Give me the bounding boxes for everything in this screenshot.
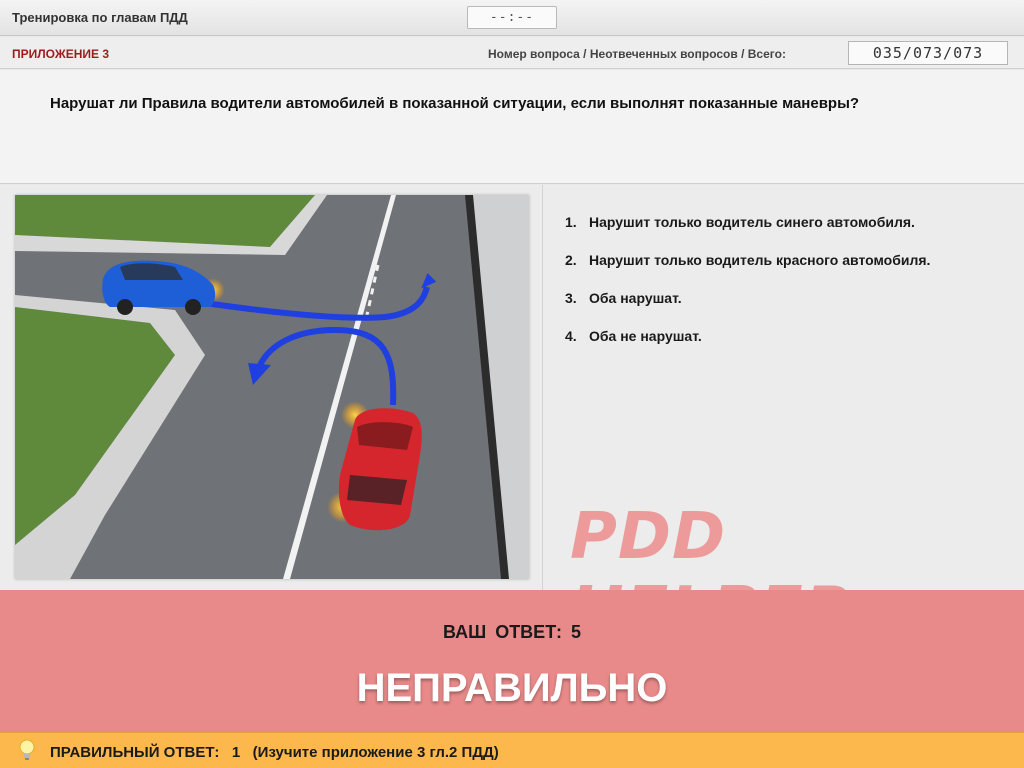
verdict-text: НЕПРАВИЛЬНО: [356, 666, 668, 710]
answer-text: Нарушит только водитель красного автомоб…: [589, 252, 931, 268]
hint-bar: ПРАВИЛЬНЫЙ ОТВЕТ: 1 (Изучите приложение …: [0, 732, 1024, 768]
answer-option-1[interactable]: 1. Нарушит только водитель синего автомо…: [565, 214, 930, 252]
answer-number: 2.: [565, 252, 577, 268]
answer-number: 4.: [565, 328, 577, 344]
correct-answer-hint: ПРАВИЛЬНЫЙ ОТВЕТ: 1 (Изучите приложение …: [50, 744, 499, 761]
timer-display: --:--: [467, 6, 557, 29]
answer-text: Оба не нарушат.: [589, 328, 702, 344]
appendix-label: ПРИЛОЖЕНИЕ 3: [12, 47, 110, 61]
answer-number: 3.: [565, 290, 577, 306]
your-answer-value: 5: [570, 622, 581, 642]
answer-text: Нарушит только водитель синего автомобил…: [589, 214, 915, 230]
answer-option-4[interactable]: 4. Оба не нарушат.: [565, 328, 930, 366]
answer-number: 1.: [565, 214, 577, 230]
your-answer-line: ВАШ ОТВЕТ: 5: [0, 622, 1024, 643]
question-counter: 035/073/073: [848, 41, 1008, 65]
image-panel: [0, 185, 543, 590]
lightbulb-icon: [18, 739, 36, 766]
traffic-scene-image: [15, 195, 529, 579]
result-panel: ВАШ ОТВЕТ: 5 НЕПРАВИЛЬНО: [0, 590, 1024, 732]
question-counter-label: Номер вопроса / Неотвеченных вопросов / …: [488, 47, 786, 61]
answer-text: Оба нарушат.: [589, 290, 682, 306]
answer-option-2[interactable]: 2. Нарушит только водитель красного авто…: [565, 252, 930, 290]
question-panel: Нарушат ли Правила водители автомобилей …: [0, 70, 1024, 184]
page-title: Тренировка по главам ПДД: [12, 10, 188, 25]
your-answer-label: ВАШ ОТВЕТ:: [443, 622, 562, 642]
top-bar: Тренировка по главам ПДД --:--: [0, 0, 1024, 36]
content-area: 1. Нарушит только водитель синего автомо…: [0, 185, 1024, 648]
sub-bar: ПРИЛОЖЕНИЕ 3 Номер вопроса / Неотвеченны…: [0, 37, 1024, 69]
answer-option-3[interactable]: 3. Оба нарушат.: [565, 290, 930, 328]
question-text: Нарушат ли Правила водители автомобилей …: [50, 95, 860, 112]
answer-list: 1. Нарушит только водитель синего автомо…: [565, 214, 930, 366]
